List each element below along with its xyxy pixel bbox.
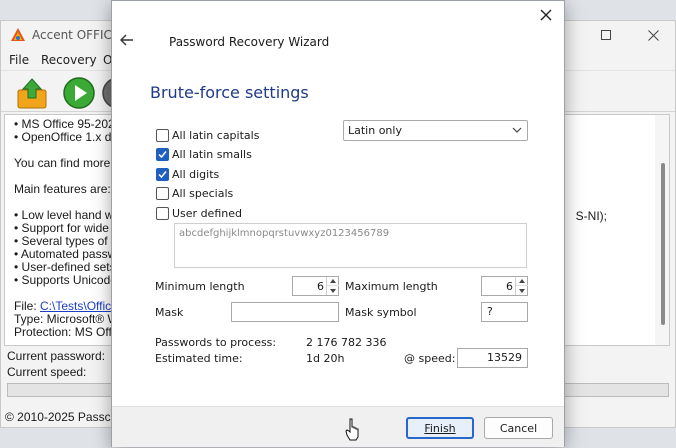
content-line: • User-defined sets o — [14, 260, 126, 274]
main-close-icon[interactable] — [631, 21, 675, 49]
checkbox-box[interactable] — [156, 128, 169, 142]
menu-recovery[interactable]: Recovery — [41, 53, 97, 67]
content-scroll-thumb[interactable] — [661, 163, 665, 325]
checkbox-user-defined[interactable]: User defined — [156, 205, 242, 221]
wizard-heading: Brute-force settings — [150, 83, 309, 102]
checkbox-box[interactable] — [156, 147, 169, 161]
spin-down-icon[interactable] — [327, 286, 339, 295]
charset-dropdown[interactable]: Latin only — [343, 120, 528, 141]
menu-file[interactable]: File — [9, 53, 29, 67]
spin-up-icon[interactable] — [516, 277, 528, 286]
checkbox-label: All latin smalls — [172, 147, 252, 161]
start-recovery-icon[interactable] — [62, 76, 96, 110]
finish-button[interactable]: Finish — [406, 417, 474, 439]
file-line: File: C:\Tests\Office\t — [14, 299, 124, 313]
back-arrow-icon[interactable] — [118, 31, 136, 49]
mask-symbol-input[interactable]: ? — [481, 302, 528, 322]
estimated-time-label: Estimated time: — [155, 352, 243, 365]
checkbox-box[interactable] — [156, 186, 169, 200]
content-line: • Several types of at — [14, 234, 121, 248]
stepper-buttons — [515, 277, 528, 295]
mask-input[interactable] — [231, 302, 339, 322]
checkbox-label: All specials — [172, 186, 234, 200]
checkbox-label: All latin capitals — [172, 128, 260, 142]
open-file-icon[interactable] — [15, 76, 49, 110]
checkbox-box[interactable] — [156, 167, 169, 181]
checkmark-icon — [158, 170, 167, 178]
file-label: File: — [14, 299, 41, 313]
max-length-value: 6 — [506, 280, 513, 293]
copyright-text: © 2010-2025 Passcov — [5, 410, 124, 424]
checkbox-box[interactable] — [156, 206, 169, 220]
min-length-stepper[interactable]: 6 — [292, 276, 339, 296]
cancel-button[interactable]: Cancel — [484, 417, 553, 439]
chevron-down-icon — [512, 127, 522, 133]
charset-dropdown-value: Latin only — [348, 124, 402, 137]
estimated-time-value: 1d 20h — [306, 352, 345, 365]
mask-label: Mask — [155, 306, 184, 319]
content-line: • MS Office 95-2021 — [14, 117, 122, 131]
content-line: Main features are: — [14, 182, 111, 196]
mouse-pointer-icon — [345, 418, 359, 441]
current-speed-label: Current speed: — [7, 365, 87, 379]
cancel-button-label: Cancel — [499, 421, 538, 435]
checkmark-icon — [158, 150, 167, 158]
content-line: • Automated passwo — [14, 247, 123, 261]
min-length-label: Minimum length — [155, 280, 245, 293]
passwords-to-process-label: Passwords to process: — [155, 336, 277, 349]
content-scrollbar[interactable] — [655, 115, 669, 345]
mask-symbol-label: Mask symbol — [345, 306, 417, 319]
wizard-footer: Finish Cancel — [112, 406, 564, 447]
content-line: You can find more inf — [14, 156, 127, 170]
content-line-fragment: S-NI); — [575, 209, 607, 223]
max-length-stepper[interactable]: 6 — [481, 276, 528, 296]
content-line: • Support for wide ra — [14, 221, 123, 235]
app-logo-icon — [11, 28, 25, 41]
checkbox-digits[interactable]: All digits — [156, 166, 219, 182]
passwords-to-process-value: 2 176 782 336 — [306, 336, 387, 349]
user-defined-chars-field[interactable]: abcdefghijklmnopqrstuvwxyz0123456789 — [174, 223, 527, 268]
stepper-buttons — [326, 277, 339, 295]
password-recovery-wizard: Password Recovery Wizard Brute-force set… — [111, 0, 565, 447]
max-length-label: Maximum length — [345, 280, 438, 293]
content-line: • Supports Unicode a — [14, 273, 127, 287]
checkbox-specials[interactable]: All specials — [156, 185, 233, 201]
wizard-close-icon[interactable] — [534, 3, 558, 27]
checkbox-latin-smalls[interactable]: All latin smalls — [156, 146, 252, 162]
current-password-label: Current password: — [7, 349, 106, 363]
main-window-title: Accent OFFICE — [32, 28, 120, 42]
content-line: • OpenOffice 1.x do — [14, 130, 119, 144]
content-line: • Low level hand writ — [14, 208, 124, 222]
speed-label: @ speed: — [404, 352, 456, 365]
checkbox-label: User defined — [172, 206, 242, 220]
checkbox-latin-capitals[interactable]: All latin capitals — [156, 127, 259, 143]
spin-up-icon[interactable] — [327, 277, 339, 286]
restore-icon[interactable] — [584, 21, 628, 49]
min-length-value: 6 — [317, 280, 324, 293]
speed-input[interactable]: 13529 — [457, 348, 528, 368]
finish-button-label: Finish — [424, 421, 456, 435]
checkbox-label: All digits — [172, 167, 220, 181]
type-line: Type: Microsoft® Wo — [14, 312, 126, 326]
spin-down-icon[interactable] — [516, 286, 528, 295]
wizard-title: Password Recovery Wizard — [169, 35, 330, 49]
